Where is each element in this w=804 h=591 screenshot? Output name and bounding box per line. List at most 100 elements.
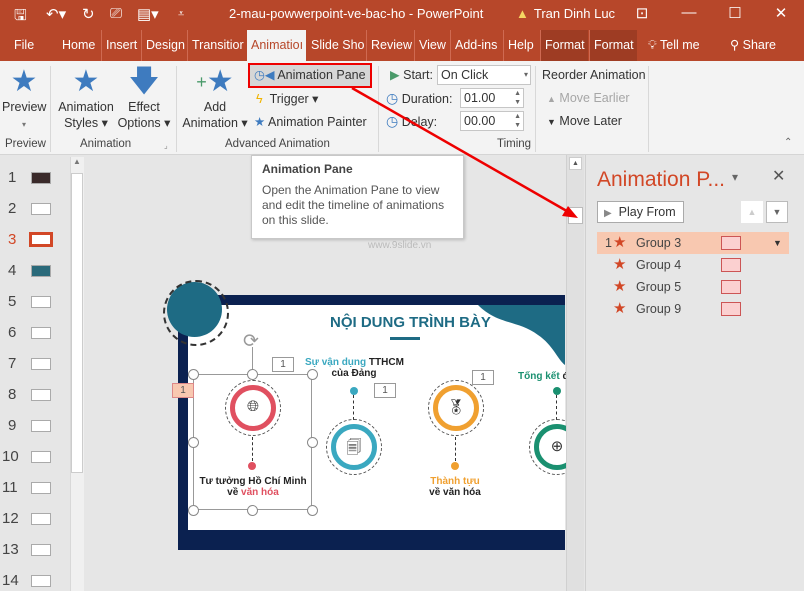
window-title: 2-mau-powwerpoint-ve-bac-ho - PowerPoint xyxy=(229,6,484,21)
start-dropdown[interactable]: On Click ▾ xyxy=(437,65,531,85)
animation-item[interactable]: 1 ★ Group 3 ▼ xyxy=(597,232,789,254)
tab-home[interactable]: Home xyxy=(58,30,99,61)
item2-label[interactable]: Sự vận dụng TTHCM của Đảng xyxy=(305,357,404,379)
share-button[interactable]: ⚲ Share xyxy=(726,30,780,61)
minimize-button[interactable]: — xyxy=(674,4,704,21)
animation-item[interactable]: ★ Group 9 xyxy=(597,298,789,320)
close-icon[interactable]: ✕ xyxy=(772,166,785,186)
timeline-bar[interactable] xyxy=(721,236,741,250)
animation-tag[interactable]: 1 xyxy=(272,357,294,372)
selection-box xyxy=(193,374,312,510)
decorative-circle-outline xyxy=(163,280,229,346)
move-up-button[interactable]: ▲ xyxy=(741,201,763,223)
animation-tag[interactable]: 1 xyxy=(172,383,194,398)
user-account[interactable]: ▲ Tran Dinh Luc xyxy=(516,6,615,21)
present-icon[interactable]: ⎚ xyxy=(110,5,122,22)
share-label: Share xyxy=(742,38,776,52)
clock-icon: ◷ xyxy=(386,90,399,106)
resize-handle[interactable] xyxy=(307,505,318,516)
canvas-scroll-thumb[interactable] xyxy=(568,207,583,224)
spinner-icon[interactable]: ▲ ▼ xyxy=(514,89,521,107)
resize-handle[interactable] xyxy=(307,369,318,380)
tab-view[interactable]: View xyxy=(414,30,450,61)
effect-options-button[interactable]: 🡇 Effect Options ▾ xyxy=(116,65,172,131)
pane-options-icon[interactable]: ▾ xyxy=(732,170,738,184)
item2-line1a: Sự vận dụng xyxy=(305,357,367,368)
resize-handle[interactable] xyxy=(188,437,199,448)
add-animation-button[interactable]: +★ Add Animation ▾ xyxy=(180,65,250,131)
star-icon: ★ xyxy=(613,234,627,251)
canvas-scrollbar[interactable]: ▲ xyxy=(566,155,584,591)
timeline-bar[interactable] xyxy=(721,258,741,272)
close-button[interactable]: ✕ xyxy=(766,4,796,22)
preview-label: Preview xyxy=(2,100,47,114)
item3-label[interactable]: Thành tựu về văn hóa xyxy=(410,476,500,498)
tab-file[interactable]: File xyxy=(10,30,38,61)
rotate-handle-icon[interactable]: ⟳ xyxy=(243,330,259,353)
trigger-button[interactable]: ϟ Trigger ▾ xyxy=(256,89,318,109)
resize-handle[interactable] xyxy=(188,505,199,516)
animation-item[interactable]: ★ Group 5 xyxy=(597,276,789,298)
dialog-launcher-icon[interactable]: ⌟ xyxy=(164,141,168,150)
tab-review[interactable]: Review xyxy=(366,30,416,61)
delay-input[interactable]: 00.00 ▲ ▼ xyxy=(460,111,524,131)
tab-tell-me[interactable]: 💡︎ Tell me xyxy=(644,30,704,61)
tab-format-2[interactable]: Format xyxy=(589,30,637,61)
connector-line xyxy=(455,437,456,461)
ribbon-display-icon[interactable]: ⊡ xyxy=(627,4,657,22)
tab-animations[interactable]: Animatioı xyxy=(247,30,306,61)
redo-icon[interactable]: ↻ xyxy=(82,5,95,23)
item4-label[interactable]: Tổng kết đ xyxy=(518,371,566,382)
tab-format-1[interactable]: Format xyxy=(540,30,588,61)
customize-icon[interactable]: ⩡ xyxy=(178,8,184,21)
resize-handle[interactable] xyxy=(188,369,199,380)
slide-number: 5 xyxy=(8,293,17,310)
animation-tag[interactable]: 1 xyxy=(374,383,396,398)
scroll-up-icon[interactable]: ▲ xyxy=(73,157,81,166)
watermark: www.9slide.vn xyxy=(368,240,432,251)
slide-number: 7 xyxy=(8,355,17,372)
layout-icon[interactable]: ▤▾ xyxy=(137,5,159,23)
tab-design[interactable]: Design xyxy=(141,30,189,61)
animation-item[interactable]: ★ Group 4 xyxy=(597,254,789,276)
arrow-down-icon: 🡇 xyxy=(128,65,160,98)
move-earlier-button[interactable]: ▲ Move Earlier xyxy=(547,88,630,108)
duration-input[interactable]: 01.00 ▲ ▼ xyxy=(460,88,524,108)
collapse-ribbon-icon[interactable]: ⌃ xyxy=(784,137,792,148)
animation-pane-button[interactable]: ◷◀ Animation Pane xyxy=(248,63,372,88)
tab-slide-show[interactable]: Slide Shoı xyxy=(307,30,365,61)
slide-number: 4 xyxy=(8,262,17,279)
resize-handle[interactable] xyxy=(247,505,258,516)
slide-title: NỘI DUNG TRÌNH BÀY xyxy=(330,314,491,331)
resize-handle[interactable] xyxy=(247,369,258,380)
star-icon: ★ xyxy=(72,65,100,98)
move-later-button[interactable]: ▼ Move Later xyxy=(547,111,622,131)
tab-help[interactable]: Help xyxy=(503,30,538,61)
animation-styles-button[interactable]: ★ Animation Styles ▾ xyxy=(54,65,118,131)
spinner-icon[interactable]: ▲ ▼ xyxy=(514,112,521,130)
timeline-bar[interactable] xyxy=(721,280,741,294)
tab-add-ins[interactable]: Add-ins xyxy=(450,30,501,61)
tab-insert[interactable]: Insert xyxy=(101,30,141,61)
undo-icon[interactable]: ↶▾ xyxy=(46,5,66,23)
item2-line2: của Đảng xyxy=(331,368,377,379)
tooltip-title: Animation Pane xyxy=(262,162,353,176)
timeline-bar[interactable] xyxy=(721,302,741,316)
animation-painter-button[interactable]: ★ Animation Painter xyxy=(254,112,367,132)
slide-thumbnail xyxy=(29,232,53,247)
chevron-down-icon[interactable]: ▼ xyxy=(773,232,782,254)
animation-tag[interactable]: 1 xyxy=(472,370,494,385)
resize-handle[interactable] xyxy=(307,437,318,448)
preview-button[interactable]: ★ Preview ▾ xyxy=(2,65,46,133)
thumbnails-scroll-thumb[interactable] xyxy=(71,173,83,473)
move-down-button[interactable]: ▼ xyxy=(766,201,788,223)
maximize-button[interactable]: ☐ xyxy=(720,4,750,22)
user-name: Tran Dinh Luc xyxy=(533,6,616,21)
play-from-button[interactable]: ▶ Play From xyxy=(597,201,684,223)
animation-pane-tooltip: Animation Pane Open the Animation Pane t… xyxy=(251,155,464,239)
save-icon[interactable]: 🖫 xyxy=(14,5,27,30)
duration-label: ◷ Duration: xyxy=(386,88,452,108)
tab-transitions[interactable]: Transitior xyxy=(187,30,246,61)
scroll-up-icon[interactable]: ▲ xyxy=(569,157,582,170)
item4-dot xyxy=(553,387,561,395)
